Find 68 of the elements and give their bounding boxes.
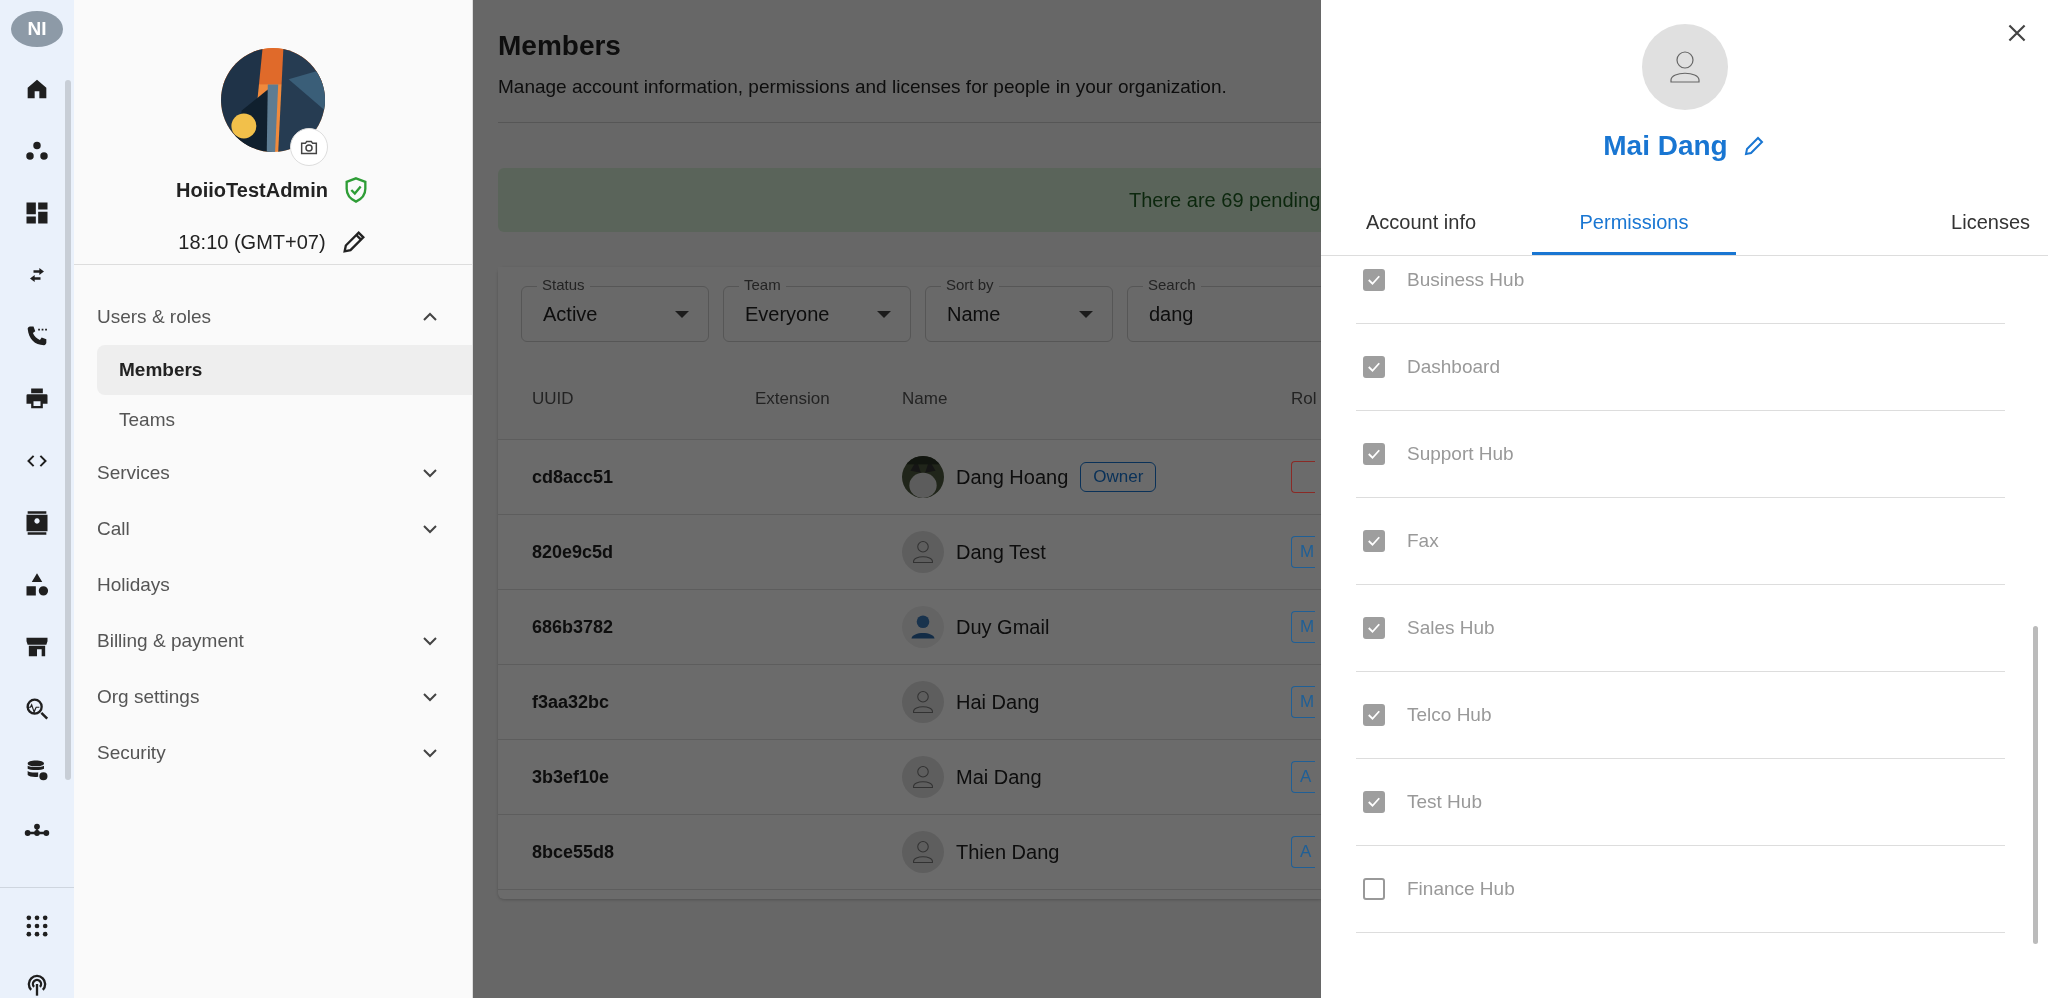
scrollbar[interactable] bbox=[65, 80, 71, 780]
checkbox[interactable] bbox=[1363, 878, 1385, 900]
column-header: Name bbox=[902, 389, 949, 409]
page-description: Manage account information, permissions and licenses for people in your organization. bbox=[498, 76, 1228, 98]
permission-label: Fax bbox=[1407, 530, 1439, 552]
role-tag: M bbox=[1291, 686, 1315, 718]
member-name: Mai Dang bbox=[1603, 130, 1728, 162]
tab[interactable]: Account info bbox=[1321, 192, 1532, 255]
nav-item[interactable]: Security bbox=[97, 725, 472, 781]
avatar-icon bbox=[902, 606, 944, 648]
table-cell-text: 686b3782 bbox=[532, 616, 615, 638]
avatar-icon bbox=[902, 681, 944, 723]
permission-label: Business Hub bbox=[1407, 269, 1525, 291]
nav-item[interactable]: Services bbox=[97, 445, 472, 501]
checkbox[interactable] bbox=[1363, 356, 1385, 378]
member-name: Duy Gmail bbox=[956, 615, 1050, 639]
member-name: Dang Hoang bbox=[956, 465, 1069, 489]
member-name: Mai Dang bbox=[956, 765, 1042, 789]
nav-item[interactable]: Billing & payment bbox=[97, 613, 472, 669]
role-tag: A bbox=[1291, 761, 1315, 793]
permission-label: Sales Hub bbox=[1407, 617, 1495, 639]
member-name: Thien Dang bbox=[956, 840, 1060, 864]
avatar-icon bbox=[902, 831, 944, 873]
table-cell-text: f3aa32bc bbox=[532, 691, 611, 713]
checkbox[interactable] bbox=[1363, 530, 1385, 552]
timezone-text: 18:10 (GMT+07) bbox=[178, 230, 326, 254]
nav-item[interactable]: Call bbox=[97, 501, 472, 557]
permission-label: Dashboard bbox=[1407, 356, 1500, 378]
checkbox[interactable] bbox=[1363, 443, 1385, 465]
nav-item[interactable]: Org settings bbox=[97, 669, 472, 725]
table-cell-text: 3b3ef10e bbox=[532, 766, 611, 788]
nav-item[interactable]: Users & roles bbox=[97, 289, 472, 345]
role-tag: M bbox=[1291, 536, 1315, 568]
checkbox[interactable] bbox=[1363, 269, 1385, 291]
filter-dropdown[interactable]: Status Active bbox=[521, 276, 709, 342]
table-cell-text: cd8acc51 bbox=[532, 466, 615, 488]
nav-item[interactable]: Holidays bbox=[97, 557, 472, 613]
column-header: Extension bbox=[755, 389, 831, 409]
nav-subitem[interactable]: Members bbox=[97, 345, 472, 395]
permission-label: Support Hub bbox=[1407, 443, 1514, 465]
checkbox[interactable] bbox=[1363, 704, 1385, 726]
filter-dropdown[interactable]: Team Everyone bbox=[723, 276, 911, 342]
avatar-icon bbox=[902, 531, 944, 573]
checkbox[interactable] bbox=[1363, 791, 1385, 813]
table-cell-text: 8bce55d8 bbox=[532, 841, 616, 863]
nav-subitem[interactable]: Teams bbox=[97, 395, 472, 445]
permission-label: Telco Hub bbox=[1407, 704, 1492, 726]
column-header: Rol bbox=[1291, 389, 1318, 409]
tab[interactable]: Permissions bbox=[1532, 192, 1736, 255]
permission-label: Finance Hub bbox=[1407, 878, 1515, 900]
checkbox[interactable] bbox=[1363, 617, 1385, 639]
column-header: UUID bbox=[532, 389, 575, 409]
notice-banner: There are 69 pending bbox=[498, 168, 1321, 232]
permission-label: Test Hub bbox=[1407, 791, 1482, 813]
tab[interactable]: Licenses bbox=[1736, 192, 2048, 255]
table-cell-text: 820e9c5d bbox=[532, 541, 615, 563]
page-title: Members bbox=[498, 30, 622, 62]
camera-button[interactable] bbox=[290, 128, 328, 166]
scrollbar[interactable] bbox=[2033, 626, 2038, 944]
filter-dropdown[interactable]: Sort by Name bbox=[925, 276, 1113, 342]
role-tag: A bbox=[1291, 836, 1315, 868]
profile-name: HoiioTestAdmin bbox=[176, 178, 328, 202]
role-tag: M bbox=[1291, 611, 1315, 643]
member-name: Dang Test bbox=[956, 540, 1046, 564]
member-name: Hai Dang bbox=[956, 690, 1040, 714]
avatar-icon bbox=[1641, 24, 1728, 110]
owner-tag: Owner bbox=[1080, 462, 1157, 492]
avatar-icon bbox=[902, 756, 944, 798]
